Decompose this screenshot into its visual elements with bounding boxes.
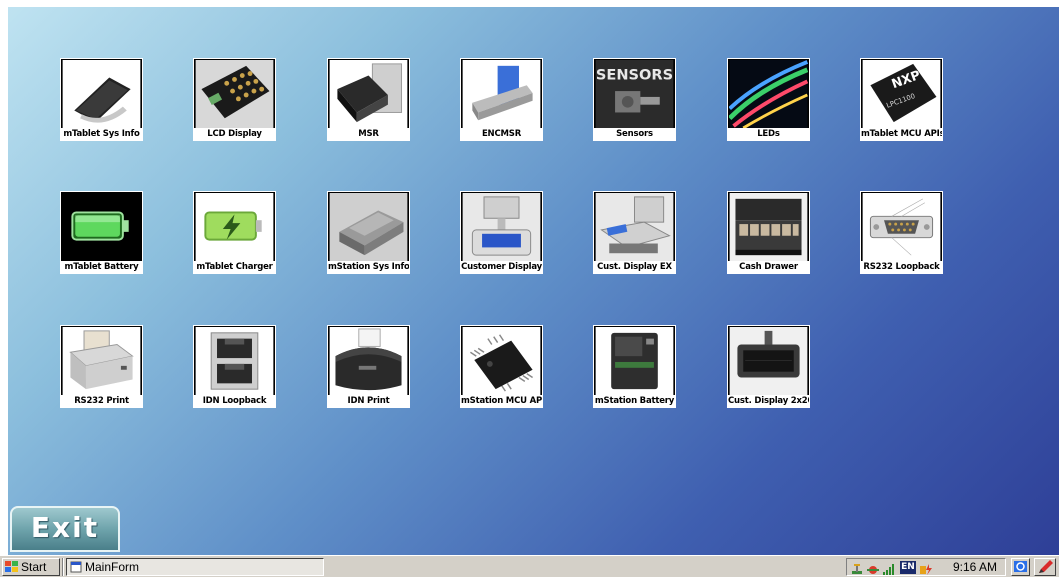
- start-button[interactable]: Start: [2, 558, 60, 576]
- taskbar: Start MainForm EN 9:16 AM: [0, 555, 1059, 577]
- serial-port-icon: [862, 193, 941, 261]
- ethernet-port-icon: [195, 327, 274, 395]
- thermal-printer-icon: [329, 327, 408, 395]
- tablet-icon: [62, 60, 141, 128]
- app-window-icon: [70, 561, 82, 573]
- sensors-icon: SENSORS: [595, 60, 674, 128]
- tile-label: mTablet Charger: [194, 261, 275, 273]
- clock[interactable]: 9:16 AM: [953, 559, 997, 575]
- tile-mstation-battery[interactable]: mStation Battery: [593, 325, 676, 408]
- usb-icon[interactable]: [866, 561, 880, 574]
- start-label: Start: [21, 560, 47, 574]
- input-panel-button[interactable]: [1034, 558, 1056, 576]
- tile-mtablet-sys-info[interactable]: mTablet Sys Info: [60, 58, 143, 141]
- tile-mtablet-mcu-apis[interactable]: NXP LPC1100 mTablet MCU APIs: [860, 58, 943, 141]
- tile-idn-print[interactable]: IDN Print: [327, 325, 410, 408]
- language-indicator[interactable]: EN: [900, 561, 916, 574]
- tile-label: mTablet Battery: [61, 261, 142, 273]
- exit-button[interactable]: Exit: [10, 506, 120, 552]
- tile-label: Sensors: [594, 128, 675, 140]
- tile-label: mStation MCU API: [461, 395, 542, 407]
- tile-encmsr[interactable]: ENCMSR: [460, 58, 543, 141]
- tile-label: MSR: [328, 128, 409, 140]
- windows-flag-icon: [5, 561, 18, 573]
- tile-mtablet-battery[interactable]: mTablet Battery: [60, 191, 143, 274]
- tile-cash-drawer[interactable]: Cash Drawer: [727, 191, 810, 274]
- power-icon[interactable]: [919, 561, 933, 575]
- charger-icon: [195, 193, 274, 261]
- receipt-printer-icon: [62, 327, 141, 395]
- tile-msr[interactable]: MSR: [327, 58, 410, 141]
- tile-mtablet-charger[interactable]: mTablet Charger: [193, 191, 276, 274]
- system-tray: EN 9:16 AM: [846, 558, 1006, 576]
- tile-sensors[interactable]: SENSORS Sensors: [593, 58, 676, 141]
- tile-rs232-print[interactable]: RS232 Print: [60, 325, 143, 408]
- tile-label: Cash Drawer: [728, 261, 809, 273]
- encrypted-card-reader-icon: [462, 60, 541, 128]
- tile-mstation-sys-info[interactable]: mStation Sys Info: [327, 191, 410, 274]
- tile-label: Customer Display: [461, 261, 542, 273]
- tile-label: Cust. Display EX: [594, 261, 675, 273]
- tile-lcd-display[interactable]: LCD Display: [193, 58, 276, 141]
- led-strip-icon: [729, 60, 808, 128]
- tile-label: IDN Print: [328, 395, 409, 407]
- pen-icon: [1039, 560, 1053, 573]
- tile-label: mTablet Sys Info: [61, 128, 142, 140]
- tile-mstation-mcu-api[interactable]: mStation MCU API: [460, 325, 543, 408]
- battery-pack-icon: [595, 327, 674, 395]
- station-icon: [329, 193, 408, 261]
- tile-label: ENCMSR: [461, 128, 542, 140]
- sensors-art-text: SENSORS: [596, 66, 673, 83]
- tile-label: RS232 Loopback: [861, 261, 942, 273]
- network-icon[interactable]: [850, 561, 864, 574]
- customer-display-ex-icon: [595, 193, 674, 261]
- taskbar-item-mainform[interactable]: MainForm: [66, 558, 324, 576]
- customer-display-icon: [462, 193, 541, 261]
- tile-rs232-loopback[interactable]: RS232 Loopback: [860, 191, 943, 274]
- battery-icon: [62, 193, 141, 261]
- nxp-chip-icon: NXP LPC1100: [862, 60, 941, 128]
- tile-label: Cust. Display 2x20: [728, 395, 809, 407]
- tile-cust-display-ex[interactable]: Cust. Display EX: [593, 191, 676, 274]
- tile-label: mStation Battery: [594, 395, 675, 407]
- taskbar-separator: [62, 558, 64, 576]
- tile-label: LEDs: [728, 128, 809, 140]
- mcu-chip-icon: [462, 327, 541, 395]
- desktop-icon: [1014, 561, 1027, 572]
- tile-cust-display-2x20[interactable]: Cust. Display 2x20: [727, 325, 810, 408]
- tile-label: IDN Loopback: [194, 395, 275, 407]
- tile-label: RS232 Print: [61, 395, 142, 407]
- tile-leds[interactable]: LEDs: [727, 58, 810, 141]
- desktop: mTablet Sys Info LCD Display MSR ENCMSR …: [8, 7, 1059, 555]
- tile-label: LCD Display: [194, 128, 275, 140]
- taskbar-item-label: MainForm: [85, 560, 140, 574]
- tile-idn-loopback[interactable]: IDN Loopback: [193, 325, 276, 408]
- cash-drawer-icon: [729, 193, 808, 261]
- show-desktop-button[interactable]: [1011, 558, 1030, 576]
- card-reader-icon: [329, 60, 408, 128]
- tile-label: mTablet MCU APIs: [861, 128, 942, 140]
- tile-label: mStation Sys Info: [328, 261, 409, 273]
- lcd-keypad-icon: [195, 60, 274, 128]
- pole-display-icon: [729, 327, 808, 395]
- signal-strength-icon[interactable]: [882, 561, 896, 575]
- tile-customer-display[interactable]: Customer Display: [460, 191, 543, 274]
